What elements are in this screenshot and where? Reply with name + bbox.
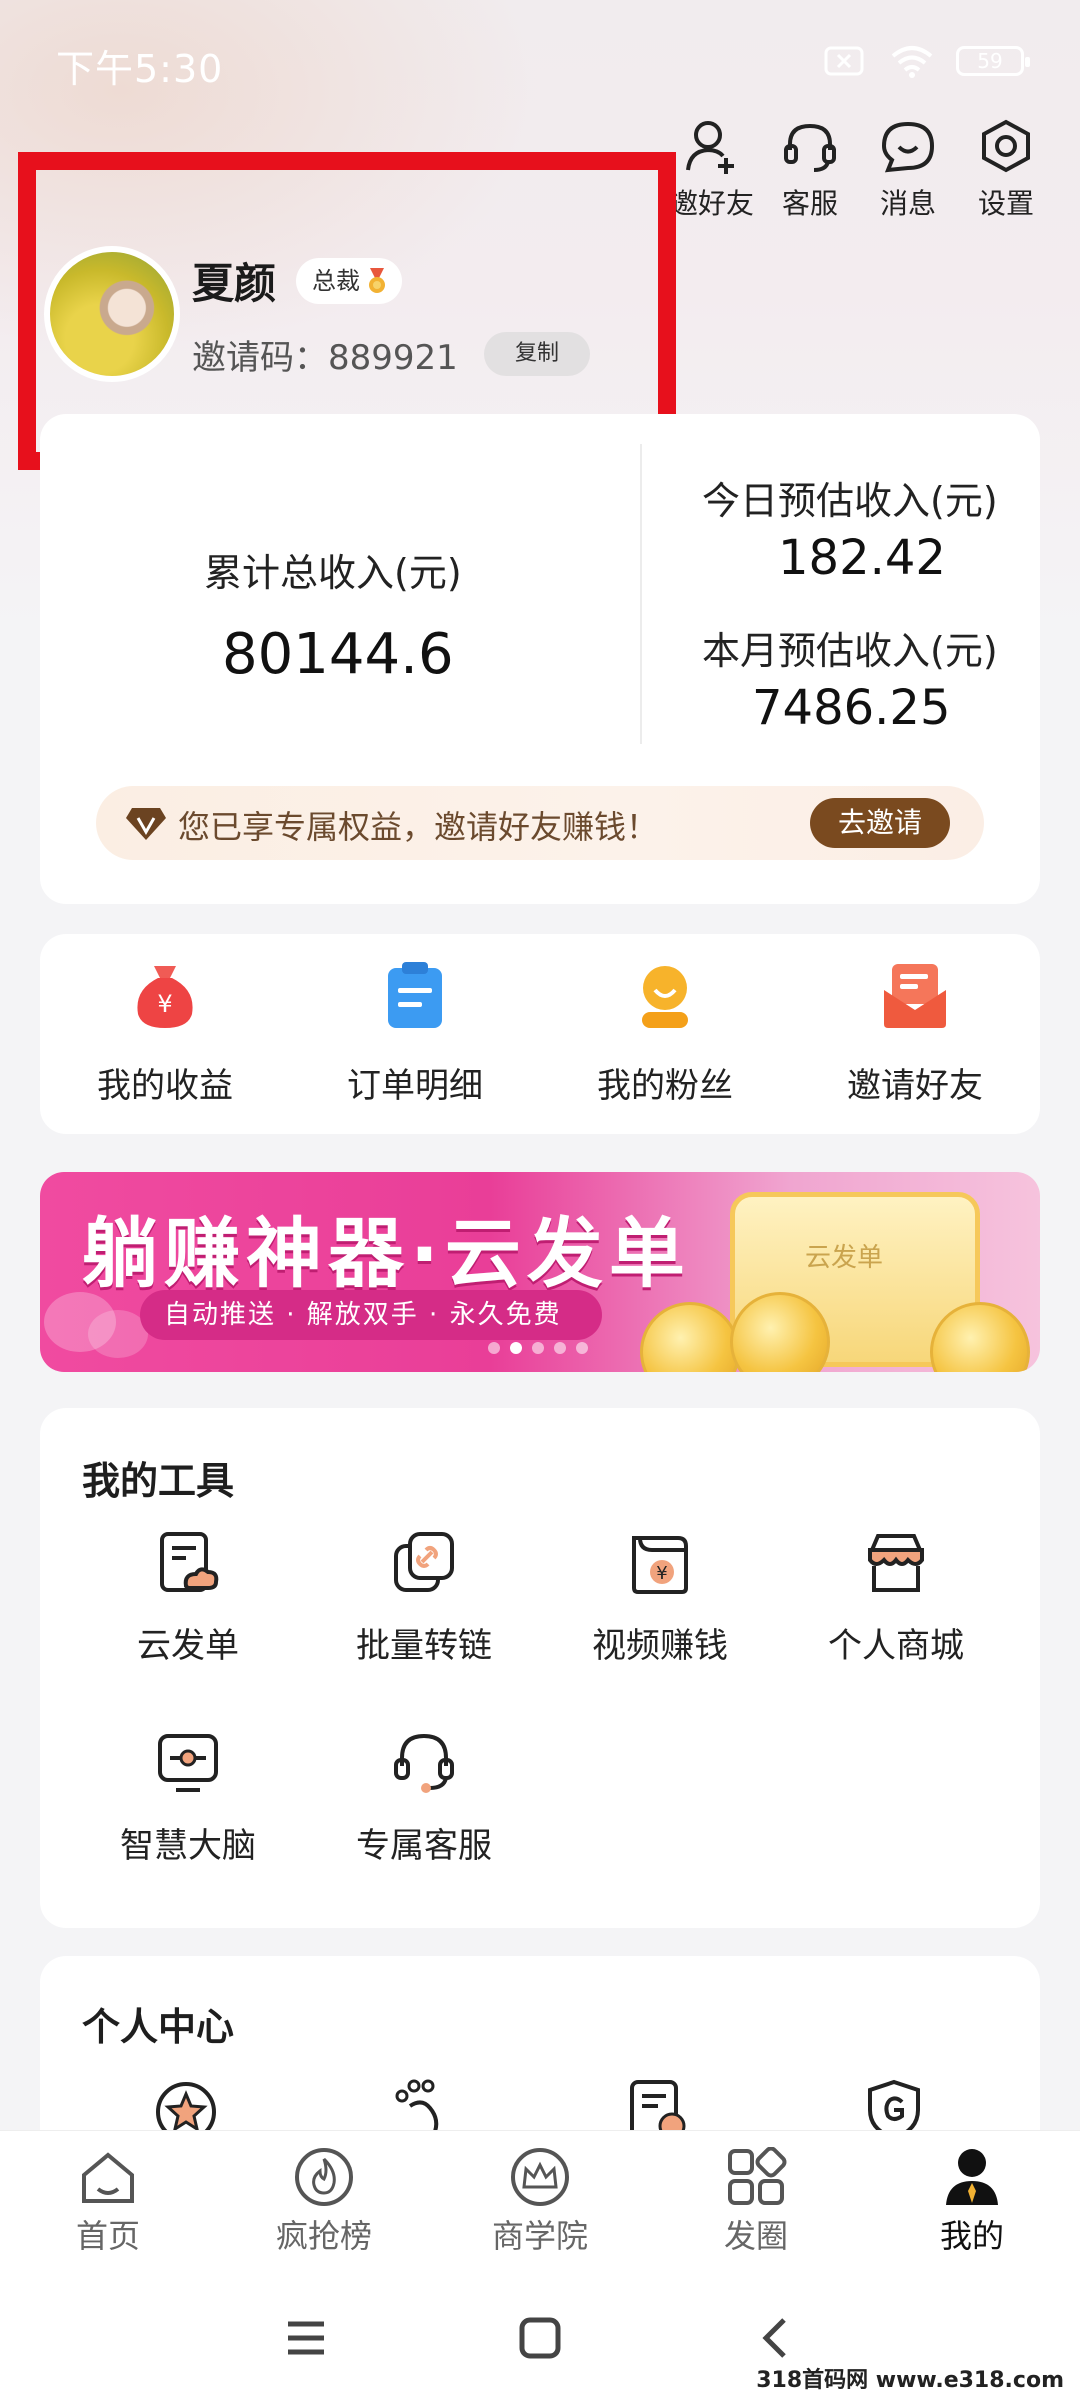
tools-section-title: 我的工具 <box>82 1459 235 1503</box>
tool-smart-brain[interactable]: 智慧大脑 <box>70 1730 306 1867</box>
tab-label: 商学院 <box>491 2217 588 2255</box>
shortcut-my-earnings[interactable]: ¥ 我的收益 <box>40 960 290 1107</box>
tool-personal-store[interactable]: 个人商城 <box>778 1530 1014 1667</box>
tab-hot-list[interactable]: 疯抢榜 <box>216 2147 432 2257</box>
tool-video-money[interactable]: ¥ 视频赚钱 <box>542 1530 778 1667</box>
shortcut-order-details[interactable]: 订单明细 <box>290 960 540 1107</box>
banner-subtitle: 自动推送 · 解放双手 · 永久免费 <box>140 1290 602 1340</box>
messages-action[interactable]: 消息 <box>860 118 956 222</box>
svg-text:¥: ¥ <box>656 1563 667 1584</box>
settings-icon <box>982 119 1030 173</box>
header-action-label: 设置 <box>977 187 1034 220</box>
header-action-label: 邀好友 <box>669 187 754 220</box>
tool-cloud-order[interactable]: 云发单 <box>70 1530 306 1667</box>
tool-label: 个人商城 <box>828 1626 964 1666</box>
tool-label: 智慧大脑 <box>120 1826 256 1866</box>
battery-icon: 59 <box>956 46 1030 76</box>
customer-service-action[interactable]: 客服 <box>762 118 858 222</box>
month-income-value: 7486.25 <box>752 680 951 736</box>
user-add-icon <box>686 121 734 174</box>
back-icon[interactable] <box>756 2314 792 2362</box>
today-income-label: 今日预估收入(元) <box>702 479 998 523</box>
tool-label: 专属客服 <box>356 1826 492 1866</box>
banner-card-label: 云发单 <box>805 1243 884 1273</box>
go-invite-button[interactable]: 去邀请 <box>810 798 950 848</box>
shortcut-card: ¥ 我的收益 订单明细 我的粉丝 邀请好友 <box>40 934 1040 1134</box>
banner-dot[interactable] <box>554 1342 566 1354</box>
wifi-icon <box>891 46 933 78</box>
sim-off-icon <box>824 46 864 76</box>
clipboard-icon <box>388 962 442 1028</box>
header-action-label: 消息 <box>879 187 936 220</box>
shortcut-invite-friends[interactable]: 邀请好友 <box>790 960 1040 1107</box>
headset-icon <box>784 123 836 172</box>
person-icon <box>946 2149 998 2205</box>
month-income-label: 本月预估收入(元) <box>702 629 998 673</box>
svg-text:¥: ¥ <box>157 990 172 1018</box>
tab-label: 疯抢榜 <box>275 2217 372 2255</box>
shortcut-my-fans[interactable]: 我的粉丝 <box>540 960 790 1107</box>
banner-dot-active[interactable] <box>510 1342 522 1354</box>
banner-dot[interactable] <box>576 1342 588 1354</box>
shortcut-label: 我的收益 <box>97 1066 233 1106</box>
headset-icon <box>394 1733 454 1793</box>
coin-icon <box>640 1302 740 1372</box>
home-square-icon[interactable] <box>518 2316 562 2360</box>
fans-icon <box>642 966 688 1028</box>
tab-label: 首页 <box>75 2217 140 2255</box>
store-icon <box>868 1534 924 1592</box>
tools-card: 我的工具 云发单 批量转链 ¥ 视频赚钱 个人商城 智慧大脑 专属客服 <box>40 1408 1040 1928</box>
tool-label: 云发单 <box>137 1626 239 1666</box>
banner-dot[interactable] <box>532 1342 544 1354</box>
benefit-text: 您已享专属权益，邀请好友赚钱！ <box>178 808 659 846</box>
bottom-tab-bar: 首页 疯抢榜 商学院 发圈 我的 <box>0 2130 1080 2280</box>
banner-pagination <box>488 1342 588 1354</box>
diamond-icon <box>126 808 166 840</box>
benefit-bar: 您已享专属权益，邀请好友赚钱！ 去邀请 <box>96 786 984 860</box>
banner-title: 躺赚神器·云发单 <box>82 1209 691 1298</box>
banner-dot[interactable] <box>488 1342 500 1354</box>
grid-icon <box>728 2147 787 2205</box>
home-icon <box>82 2152 134 2203</box>
tab-label: 发圈 <box>723 2217 788 2255</box>
tab-home[interactable]: 首页 <box>0 2147 216 2257</box>
shortcut-label: 订单明细 <box>347 1066 483 1106</box>
status-icons: 59 <box>824 44 1030 78</box>
message-icon <box>881 121 935 173</box>
watermark: 318首码网 www.e318.com <box>752 2362 1068 2394</box>
invite-friends-action[interactable]: 邀好友 <box>664 118 760 222</box>
header-action-label: 客服 <box>781 187 838 220</box>
header-actions: 邀好友 客服 消息 设置 <box>662 118 1054 222</box>
video-money-icon: ¥ <box>632 1536 688 1594</box>
tab-mine[interactable]: 我的 <box>864 2147 1080 2257</box>
income-card: 累计总收入(元) 80144.6 今日预估收入(元) 182.42 本月预估收入… <box>40 414 1040 904</box>
tool-exclusive-service[interactable]: 专属客服 <box>306 1730 542 1867</box>
income-divider <box>640 444 642 744</box>
link-icon <box>394 1532 454 1592</box>
tool-label: 视频赚钱 <box>592 1626 728 1666</box>
tab-academy[interactable]: 商学院 <box>432 2147 648 2257</box>
total-income-value: 80144.6 <box>222 622 454 687</box>
tool-batch-link[interactable]: 批量转链 <box>306 1530 542 1667</box>
money-bag-icon: ¥ <box>137 966 193 1028</box>
settings-action[interactable]: 设置 <box>958 118 1054 222</box>
tab-label: 我的 <box>939 2217 1004 2255</box>
cloud-doc-icon <box>160 1532 219 1592</box>
today-income-value: 182.42 <box>778 530 946 586</box>
crown-icon <box>511 2148 569 2206</box>
status-time: 下午5:30 <box>56 47 224 91</box>
fire-icon <box>295 2148 353 2206</box>
menu-icon[interactable] <box>284 2318 328 2358</box>
tool-label: 批量转链 <box>356 1626 492 1666</box>
shortcut-label: 邀请好友 <box>847 1066 983 1106</box>
total-income-label: 累计总收入(元) <box>204 551 462 595</box>
personal-center-title: 个人中心 <box>82 2005 235 2049</box>
shortcut-label: 我的粉丝 <box>597 1066 733 1106</box>
promo-banner[interactable]: 躺赚神器·云发单 自动推送 · 解放双手 · 永久免费 云发单 <box>40 1172 1040 1372</box>
envelope-icon <box>884 964 946 1028</box>
monitor-icon <box>158 1734 218 1792</box>
tab-moments[interactable]: 发圈 <box>648 2147 864 2257</box>
